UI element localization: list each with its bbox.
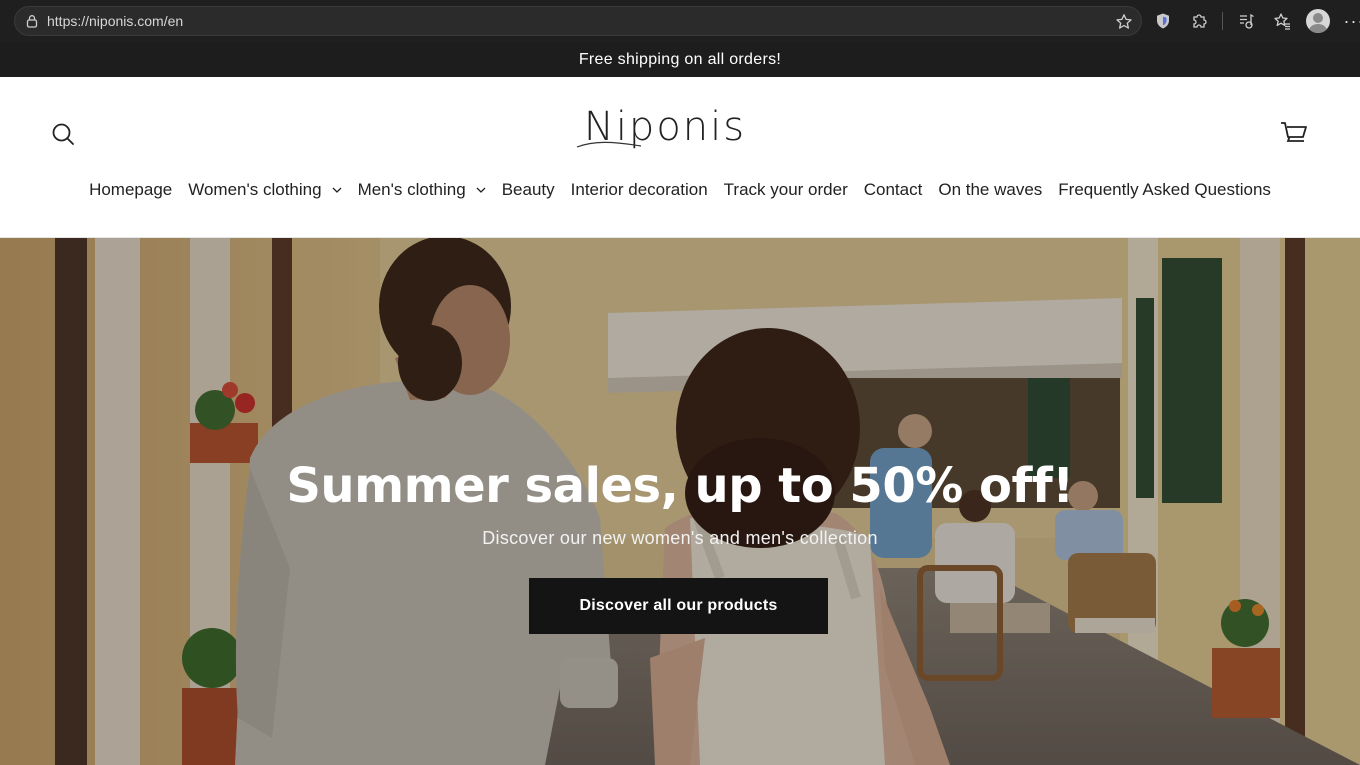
nav-item-mens-clothing[interactable]: Men's clothing: [350, 180, 494, 200]
media-icon[interactable]: [1233, 8, 1259, 34]
star-icon[interactable]: [1115, 13, 1133, 31]
toolbar-divider: [1222, 12, 1223, 30]
hero-title: Summer sales, up to 50% off!: [286, 458, 1074, 514]
address-bar[interactable]: https://niponis.com/en: [14, 6, 1142, 36]
nav-item-interior-decoration[interactable]: Interior decoration: [563, 180, 716, 200]
cart-icon[interactable]: [1279, 119, 1309, 147]
site-header: Niponis Homepage Women's clothing Men's …: [0, 77, 1360, 238]
announcement-bar: Free shipping on all orders!: [0, 42, 1360, 77]
hero-banner: Summer sales, up to 50% off! Discover ou…: [0, 238, 1360, 765]
shield-icon[interactable]: [1150, 8, 1176, 34]
discover-products-button[interactable]: Discover all our products: [529, 578, 828, 634]
nav-item-homepage[interactable]: Homepage: [81, 180, 180, 200]
more-icon[interactable]: ···: [1341, 8, 1360, 34]
announcement-text: Free shipping on all orders!: [578, 50, 782, 68]
search-icon[interactable]: [50, 121, 76, 147]
profile-avatar[interactable]: [1305, 8, 1331, 34]
nav-item-label: Contact: [863, 180, 923, 199]
nav-item-on-the-waves[interactable]: On the waves: [930, 180, 1050, 200]
nav-item-label: Interior decoration: [570, 180, 708, 199]
hero-subtitle: Discover our new women's and men's colle…: [482, 528, 878, 548]
chevron-down-icon: [476, 187, 486, 193]
extensions-icon[interactable]: [1186, 8, 1212, 34]
nav-item-contact[interactable]: Contact: [856, 180, 931, 200]
nav-item-label: Beauty: [501, 180, 555, 199]
main-nav: Homepage Women's clothing Men's clothing…: [0, 180, 1360, 200]
site-logo[interactable]: Niponis: [575, 99, 755, 155]
nav-item-womens-clothing[interactable]: Women's clothing: [180, 180, 349, 200]
nav-item-label: Men's clothing: [357, 180, 466, 199]
browser-toolbar: https://niponis.com/en ···: [0, 0, 1360, 42]
chevron-down-icon: [332, 187, 342, 193]
nav-item-label: Homepage: [89, 180, 173, 199]
nav-item-beauty[interactable]: Beauty: [494, 180, 563, 200]
nav-item-faq[interactable]: Frequently Asked Questions: [1050, 180, 1279, 200]
lock-icon[interactable]: [25, 14, 39, 28]
nav-item-label: On the waves: [938, 180, 1043, 199]
url-text: https://niponis.com/en: [47, 13, 184, 29]
logo-swoosh-icon: [576, 141, 642, 148]
favorites-icon[interactable]: [1269, 8, 1295, 34]
nav-item-label: Women's clothing: [188, 180, 322, 199]
nav-item-label: Track your order: [723, 180, 848, 199]
nav-item-track-order[interactable]: Track your order: [716, 180, 856, 200]
nav-item-label: Frequently Asked Questions: [1058, 180, 1271, 199]
